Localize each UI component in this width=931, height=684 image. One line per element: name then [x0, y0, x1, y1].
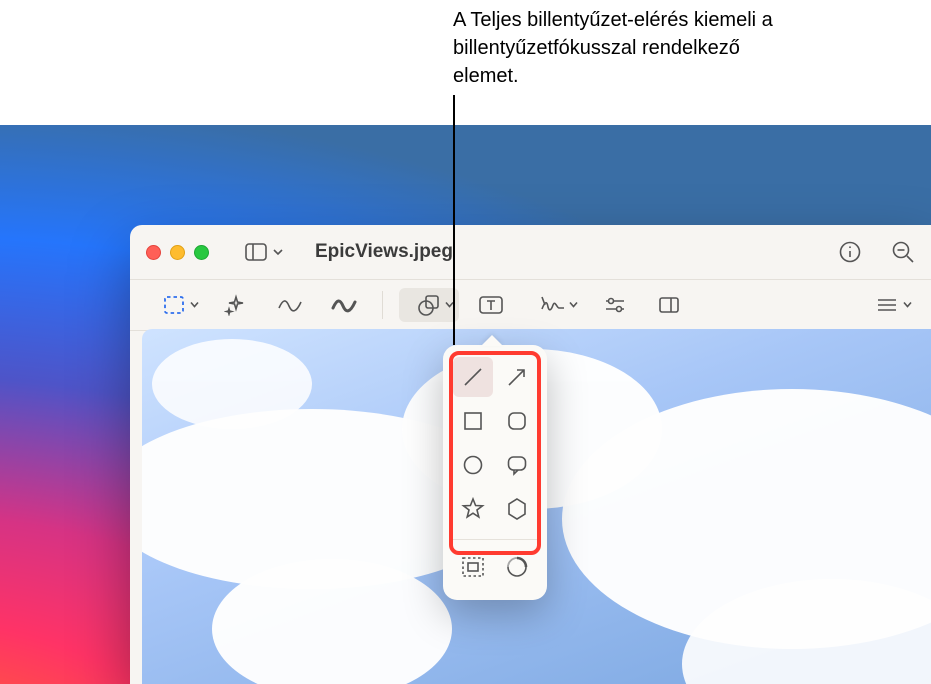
minimize-button[interactable]: [170, 245, 185, 260]
screenshot-stage: A Teljes billentyűzet-elérés kiemeli a b…: [0, 0, 931, 684]
sketch-tool[interactable]: [268, 288, 312, 322]
shape-square[interactable]: [453, 401, 493, 441]
callout-leader-line: [453, 95, 455, 345]
shape-star[interactable]: [453, 489, 493, 529]
window-controls: [146, 245, 209, 260]
toolbar-separator: [382, 291, 383, 319]
squiggle-bold-icon: [331, 296, 357, 314]
popover-separator: [453, 539, 537, 540]
signature-icon: [539, 295, 567, 315]
selection-tool[interactable]: [144, 288, 204, 322]
info-icon[interactable]: [839, 241, 861, 263]
text-box-icon: [478, 295, 504, 315]
zoom-out-icon[interactable]: [891, 240, 915, 264]
shape-arrow[interactable]: [497, 357, 537, 397]
titlebar: EpicViews.jpeg: [130, 225, 931, 280]
chevron-down-icon: [273, 247, 283, 257]
callout-text: A Teljes billentyűzet-elérés kiemeli a b…: [453, 6, 793, 90]
shapes-popover: [443, 345, 547, 600]
window-title: EpicViews.jpeg: [315, 241, 453, 263]
draw-tool[interactable]: [322, 288, 366, 322]
sparkle-icon: [224, 294, 248, 316]
text-tool[interactable]: [469, 288, 513, 322]
markup-toolbar: [130, 280, 931, 331]
shape-hexagon[interactable]: [497, 489, 537, 529]
shape-loupe[interactable]: [497, 548, 537, 586]
shape-line[interactable]: [453, 357, 493, 397]
close-button[interactable]: [146, 245, 161, 260]
shape-rounded-square[interactable]: [497, 401, 537, 441]
crop-icon: [657, 295, 681, 315]
shape-speech-bubble[interactable]: [497, 445, 537, 485]
chevron-down-icon: [190, 301, 199, 310]
squiggle-icon: [277, 296, 303, 314]
shape-mask-rect[interactable]: [453, 548, 493, 586]
sliders-icon: [603, 296, 627, 314]
instant-alpha-tool[interactable]: [214, 288, 258, 322]
list-icon: [876, 297, 898, 313]
chevron-down-icon: [569, 301, 578, 310]
zoom-button[interactable]: [194, 245, 209, 260]
description-tool[interactable]: [857, 288, 917, 322]
shapes-tool[interactable]: [399, 288, 459, 322]
adjust-color-tool[interactable]: [593, 288, 637, 322]
shapes-icon: [417, 294, 441, 316]
shape-circle[interactable]: [453, 445, 493, 485]
sign-tool[interactable]: [523, 288, 583, 322]
sidebar-icon: [245, 243, 267, 261]
crop-tool[interactable]: [647, 288, 691, 322]
selection-icon: [163, 295, 185, 315]
chevron-down-icon: [903, 301, 912, 310]
sidebar-toggle[interactable]: [245, 243, 283, 261]
